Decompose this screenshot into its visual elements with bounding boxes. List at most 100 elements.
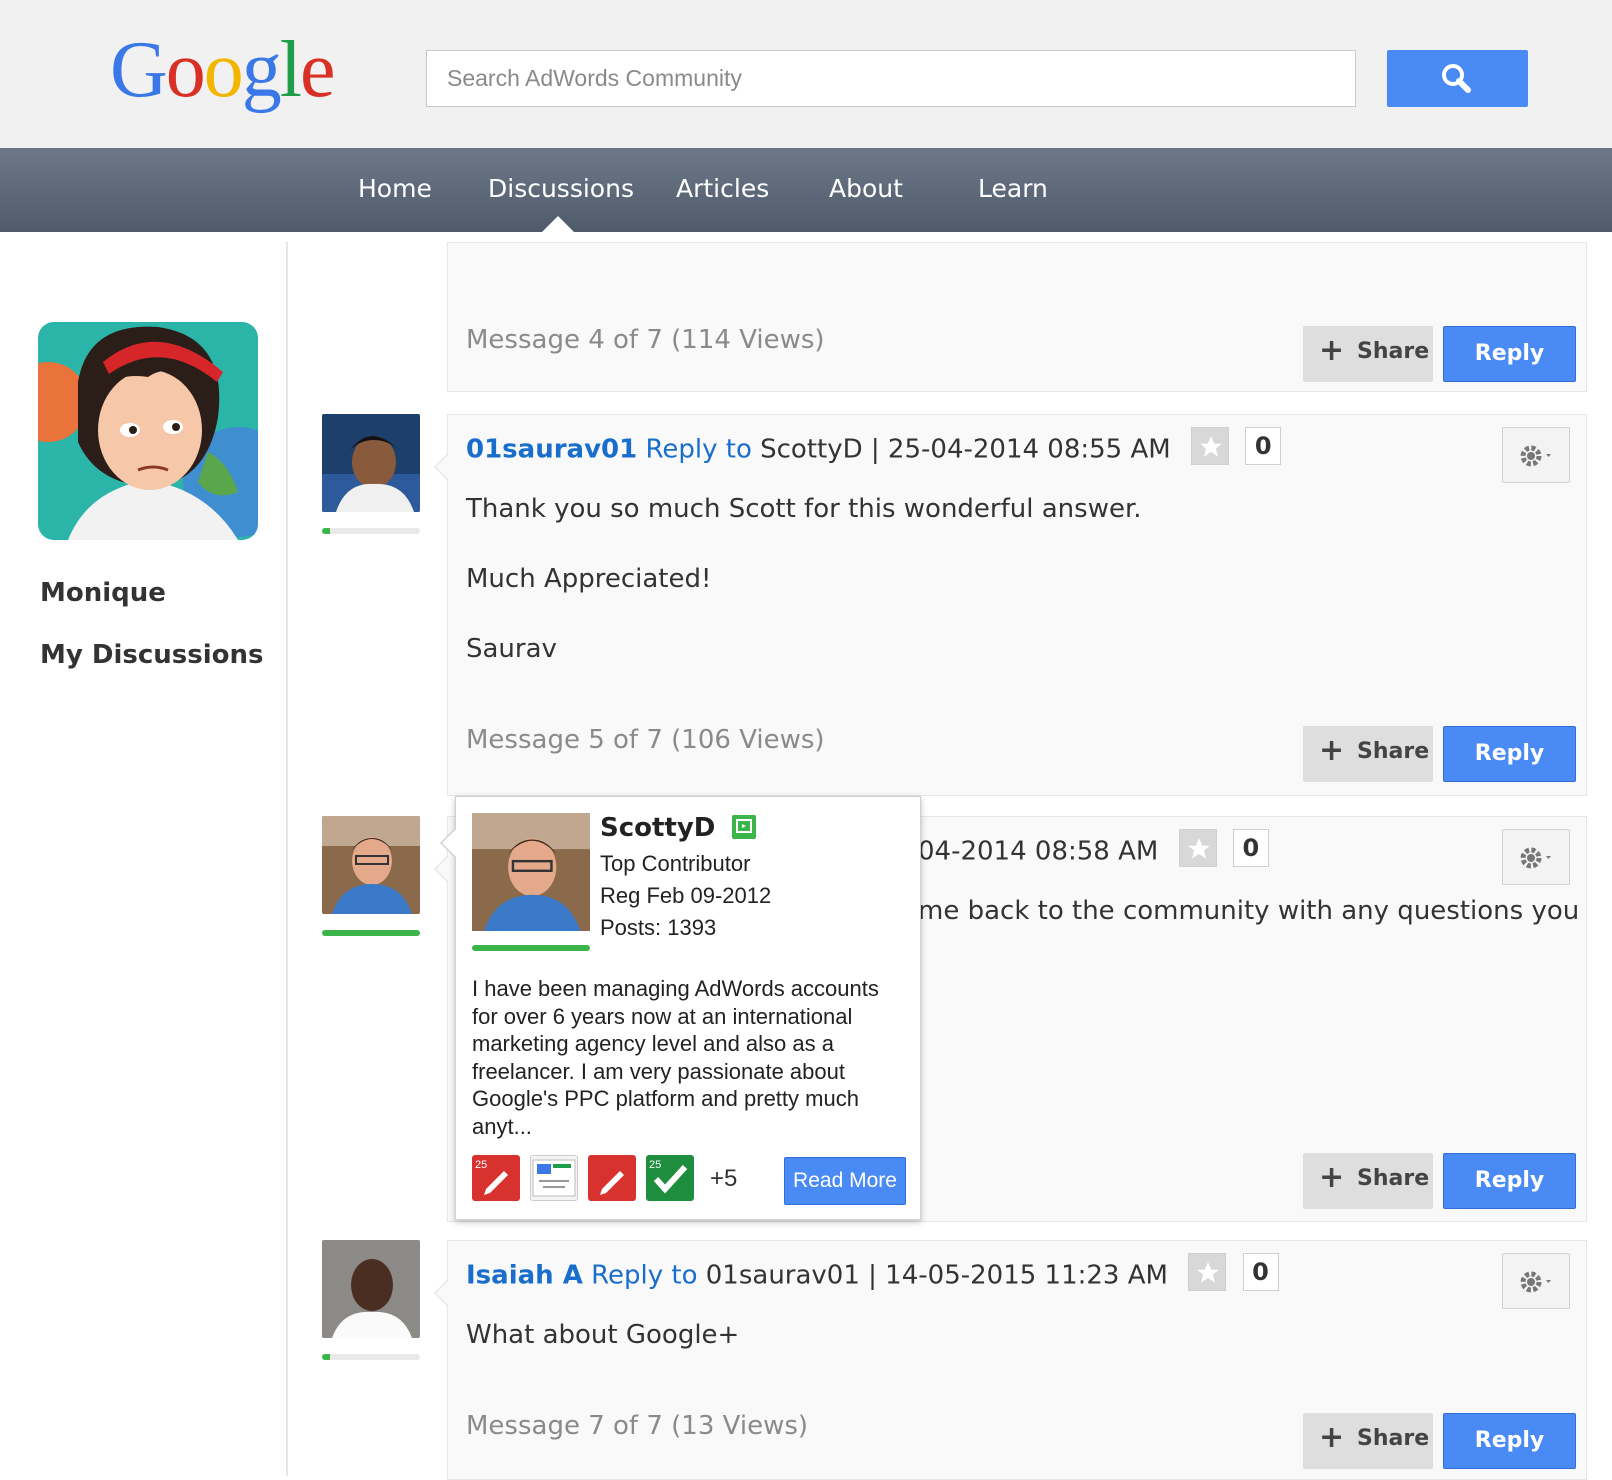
reply-button[interactable]: Reply <box>1443 326 1576 382</box>
plus-icon: + <box>1319 1160 1345 1195</box>
google-logo[interactable]: Google <box>110 26 336 114</box>
message-body-line: me back to the community with any questi… <box>918 896 1580 926</box>
share-button[interactable]: + Share <box>1303 326 1433 382</box>
reputation-fill <box>322 528 330 534</box>
user-avatar[interactable] <box>38 322 258 540</box>
reply-to-label[interactable]: Reply to <box>645 435 751 465</box>
reputation-bar <box>322 1354 420 1360</box>
nav-articles[interactable]: Articles <box>676 174 769 203</box>
reply-button[interactable]: Reply <box>1443 726 1576 782</box>
author-avatar[interactable] <box>322 816 420 914</box>
sidebar-my-discussions-link[interactable]: My Discussions <box>40 640 263 670</box>
share-label: Share <box>1357 1166 1430 1191</box>
nav-learn[interactable]: Learn <box>978 174 1048 203</box>
search-input[interactable] <box>427 51 1355 106</box>
logo-letter: l <box>279 26 302 114</box>
sidebar-user-name[interactable]: Monique <box>40 578 166 608</box>
author-link[interactable]: 01saurav01 <box>466 435 637 465</box>
pencil-badge-icon[interactable]: 25 <box>472 1155 520 1201</box>
profile-photo[interactable] <box>472 813 590 931</box>
star-icon <box>1197 1262 1220 1283</box>
logo-letter: G <box>110 26 168 114</box>
message-date: | 14-05-2015 11:23 AM <box>868 1260 1168 1291</box>
message-body-line: Saurav <box>466 634 557 664</box>
share-label: Share <box>1357 339 1430 364</box>
more-badges-count[interactable]: +5 <box>710 1165 737 1193</box>
options-menu-button[interactable] <box>1502 1253 1570 1309</box>
read-more-button[interactable]: Read More <box>784 1157 906 1205</box>
share-label: Share <box>1357 1426 1430 1451</box>
gear-icon <box>1520 445 1551 467</box>
message-date: 04-2014 08:58 AM <box>918 836 1159 867</box>
site-header: Google <box>0 0 1612 148</box>
search-button[interactable] <box>1387 50 1528 107</box>
logo-letter: o <box>203 26 244 114</box>
kudos-button[interactable] <box>1188 1253 1227 1291</box>
reply-to-label[interactable]: Reply to <box>591 1261 697 1291</box>
message-header: Isaiah A Reply to 01saurav01 | 14-05-201… <box>466 1253 1279 1295</box>
message-header: 04-2014 08:58 AM 0 <box>918 829 1269 871</box>
message-pointer <box>434 855 449 883</box>
reply-button[interactable]: Reply <box>1443 1413 1576 1469</box>
reputation-bar <box>322 930 420 936</box>
reputation-fill <box>322 1354 330 1360</box>
share-button[interactable]: + Share <box>1303 1153 1433 1209</box>
reputation-bar <box>322 528 420 534</box>
badge-number: 25 <box>649 1159 661 1171</box>
pencil-badge-icon[interactable] <box>588 1155 636 1201</box>
share-label: Share <box>1357 739 1430 764</box>
plus-icon: + <box>1319 333 1345 368</box>
message-pointer <box>434 453 449 481</box>
author-avatar[interactable] <box>322 414 420 512</box>
message-header: 01saurav01 Reply to ScottyD | 25-04-2014… <box>466 427 1282 469</box>
message-date: | 25-04-2014 08:55 AM <box>870 434 1171 465</box>
nav-active-indicator <box>542 216 574 232</box>
options-menu-button[interactable] <box>1502 427 1570 483</box>
search-icon <box>1442 64 1471 93</box>
profile-posts: Posts: 1393 <box>600 915 717 940</box>
nav-about[interactable]: About <box>829 174 903 203</box>
kudos-button[interactable] <box>1178 829 1217 867</box>
plus-icon: + <box>1319 733 1345 768</box>
star-icon <box>1187 838 1210 859</box>
profile-name: ScottyD <box>600 813 757 843</box>
logo-letter: o <box>165 26 206 114</box>
share-button[interactable]: + Share <box>1303 726 1433 782</box>
kudos-count: 0 <box>1232 829 1269 867</box>
nav-home[interactable]: Home <box>358 174 432 203</box>
reputation-bar <box>472 945 590 951</box>
message-meta: Message 4 of 7 (114 Views) <box>466 325 825 355</box>
gear-icon <box>1520 1271 1551 1293</box>
profile-name-text[interactable]: ScottyD <box>600 813 715 843</box>
message-meta: Message 5 of 7 (106 Views) <box>466 725 825 755</box>
nav-discussions[interactable]: Discussions <box>488 174 634 203</box>
profile-bio: I have been managing AdWords accounts fo… <box>472 976 879 1139</box>
message-body-line: Thank you so much Scott for this wonderf… <box>466 494 1142 524</box>
certificate-badge-icon[interactable] <box>530 1155 578 1201</box>
badge-number: 25 <box>475 1159 487 1171</box>
profile-registered: Reg Feb 09-2012 <box>600 883 772 908</box>
profile-rank: Top Contributor <box>600 851 751 876</box>
checkmark-badge-icon[interactable]: 25 <box>646 1155 694 1201</box>
options-menu-button[interactable] <box>1502 829 1570 885</box>
share-button[interactable]: + Share <box>1303 1413 1433 1469</box>
message-5: 01saurav01 Reply to ScottyD | 25-04-2014… <box>434 414 1587 796</box>
reply-button[interactable]: Reply <box>1443 1153 1576 1209</box>
star-icon <box>1200 436 1222 457</box>
author-link[interactable]: Isaiah A <box>466 1261 583 1291</box>
reply-to-user[interactable]: ScottyD <box>760 435 863 465</box>
sidebar-divider <box>286 242 288 1476</box>
card-pointer <box>440 827 457 859</box>
kudos-count: 0 <box>1242 1253 1279 1291</box>
reply-to-user[interactable]: 01saurav01 <box>706 1261 860 1291</box>
logo-letter: g <box>241 26 282 114</box>
main-nav: Home Discussions Articles About Learn <box>0 148 1612 232</box>
profile-hover-card: ScottyD Top Contributor Reg Feb 09-2012 … <box>440 796 921 1220</box>
top-contributor-icon <box>732 814 757 839</box>
logo-letter: e <box>300 26 335 114</box>
message-pointer <box>434 1279 449 1307</box>
author-avatar[interactable] <box>322 1240 420 1338</box>
message-7: Isaiah A Reply to 01saurav01 | 14-05-201… <box>434 1240 1587 1480</box>
kudos-button[interactable] <box>1190 427 1229 465</box>
message-4: Message 4 of 7 (114 Views) + Share Reply <box>447 242 1587 392</box>
